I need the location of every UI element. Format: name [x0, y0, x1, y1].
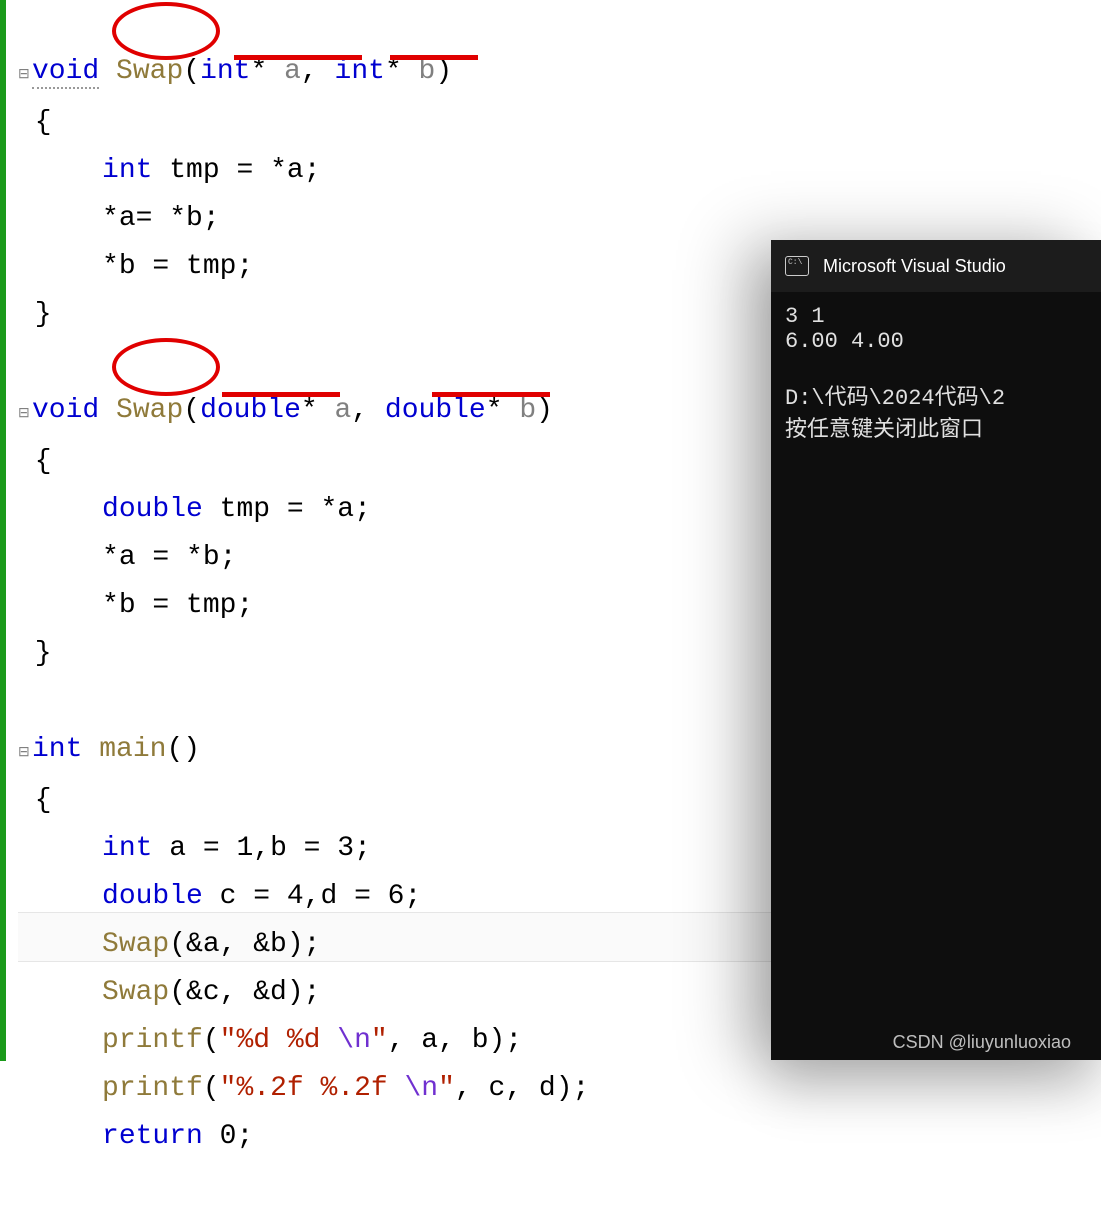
type-double: double [385, 395, 486, 426]
stmt: *a = *b; [102, 542, 236, 573]
watermark: CSDN @liuyunluoxiao [893, 1032, 1071, 1053]
stmt: *b = tmp; [102, 590, 253, 621]
keyword-return: return [102, 1121, 203, 1152]
type-int: int [32, 734, 82, 765]
param-b: b [419, 56, 436, 87]
string: "%d %d [220, 1025, 338, 1056]
call-swap: Swap [102, 929, 169, 960]
type-int: int [335, 56, 385, 87]
fold-icon[interactable]: ⊟ [18, 390, 32, 438]
stmt: *b = tmp; [102, 251, 253, 282]
string-end: " [371, 1025, 388, 1056]
console-icon [785, 256, 809, 276]
fold-icon[interactable]: ⊟ [18, 51, 32, 99]
function-name-main: main [99, 734, 166, 765]
type-double: double [102, 494, 203, 525]
debug-console-window[interactable]: Microsoft Visual Studio 3 1 6.00 4.00 D:… [771, 240, 1101, 1060]
code-content[interactable]: ⊟void Swap(int* a, int* b) { int tmp = *… [18, 0, 589, 1209]
escape: \n [337, 1025, 371, 1056]
param-a: a [335, 395, 352, 426]
call-printf: printf [102, 1073, 203, 1104]
function-name-swap: Swap [116, 395, 183, 426]
stmt: *a= *b; [102, 203, 220, 234]
console-output[interactable]: 3 1 6.00 4.00 D:\代码\2024代码\2 按任意键关闭此窗口 [771, 292, 1101, 455]
rest: 0; [203, 1121, 253, 1152]
output-line: 6.00 4.00 [785, 329, 904, 354]
type-int: int [102, 833, 152, 864]
var-tmp: tmp [169, 155, 219, 186]
expr: *a; [270, 155, 320, 186]
type-int: int [102, 155, 152, 186]
stmt: c = 4,d = 6; [220, 881, 422, 912]
stmt: a = 1,b = 3; [169, 833, 371, 864]
type-int: int [200, 56, 250, 87]
keyword-void: void [32, 395, 99, 426]
console-titlebar[interactable]: Microsoft Visual Studio [771, 240, 1101, 292]
function-name-swap: Swap [116, 56, 183, 87]
console-title: Microsoft Visual Studio [823, 256, 1006, 277]
param-a: a [284, 56, 301, 87]
call-swap: Swap [102, 977, 169, 1008]
type-double: double [200, 395, 301, 426]
output-line: 3 1 [785, 304, 825, 329]
expr: *a; [321, 494, 371, 525]
call-printf: printf [102, 1025, 203, 1056]
keyword-void: void [32, 56, 99, 89]
escape: \n [405, 1073, 439, 1104]
output-line: 按任意键关闭此窗口 [785, 418, 983, 443]
string-end: " [438, 1073, 455, 1104]
var-tmp: tmp [220, 494, 270, 525]
string: "%.2f %.2f [220, 1073, 405, 1104]
args: (&c, &d); [169, 977, 320, 1008]
output-line: D:\代码\2024代码\2 [785, 386, 1005, 411]
fold-icon[interactable]: ⊟ [18, 729, 32, 777]
param-b: b [519, 395, 536, 426]
rest: , a, b); [388, 1025, 522, 1056]
modification-bar [0, 0, 6, 1061]
args: (&a, &b); [169, 929, 320, 960]
type-double: double [102, 881, 203, 912]
rest: , c, d); [455, 1073, 589, 1104]
